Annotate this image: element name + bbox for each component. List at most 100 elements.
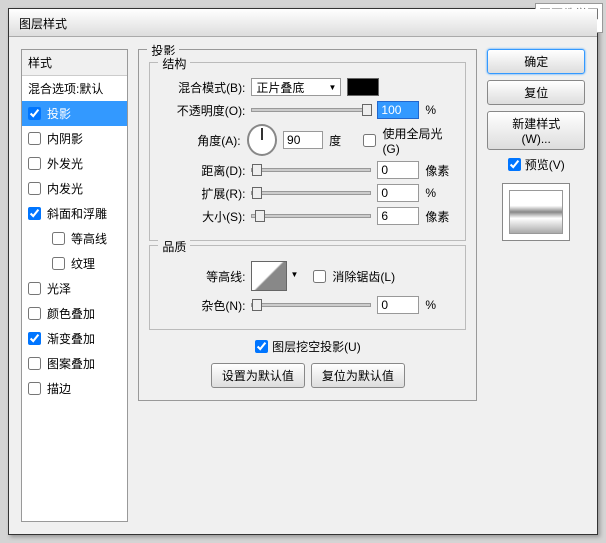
spread-label: 扩展(R):	[160, 185, 245, 202]
contour-picker[interactable]: ▼	[251, 261, 287, 291]
style-label: 投影	[47, 105, 71, 122]
distance-unit: 像素	[425, 162, 455, 179]
titlebar[interactable]: 图层样式	[9, 9, 597, 37]
style-item-10[interactable]: 图案叠加	[22, 351, 127, 376]
style-label: 纹理	[71, 255, 95, 272]
style-checkbox[interactable]	[28, 307, 41, 320]
knockout-checkbox[interactable]	[255, 340, 268, 353]
distance-input[interactable]: 0	[377, 161, 419, 179]
size-slider[interactable]	[251, 214, 371, 218]
style-item-4[interactable]: 斜面和浮雕	[22, 201, 127, 226]
spread-slider[interactable]	[251, 191, 371, 195]
angle-unit: 度	[329, 132, 357, 149]
style-checkbox[interactable]	[52, 232, 65, 245]
quality-legend: 品质	[158, 238, 190, 255]
size-label: 大小(S):	[160, 208, 245, 225]
knockout-label: 图层挖空投影(U)	[272, 338, 361, 355]
style-item-2[interactable]: 外发光	[22, 151, 127, 176]
style-checkbox[interactable]	[28, 382, 41, 395]
style-label: 内发光	[47, 180, 83, 197]
distance-row: 距离(D): 0 像素	[160, 161, 455, 179]
shadow-color-swatch[interactable]	[347, 78, 379, 96]
angle-row: 角度(A): 90 度 使用全局光(G)	[160, 124, 455, 156]
layer-style-dialog: 网页教学网 www.webjx.com 图层样式 样式 混合选项:默认 投影内阴…	[8, 8, 598, 535]
style-label: 等高线	[71, 230, 107, 247]
distance-slider[interactable]	[251, 168, 371, 172]
style-item-5[interactable]: 等高线	[22, 226, 127, 251]
blend-mode-dropdown[interactable]: 正片叠底 ▼	[251, 78, 341, 96]
spread-row: 扩展(R): 0 %	[160, 184, 455, 202]
style-label: 斜面和浮雕	[47, 205, 107, 222]
style-checkbox[interactable]	[28, 207, 41, 220]
ok-button[interactable]: 确定	[487, 49, 585, 74]
style-checkbox[interactable]	[28, 282, 41, 295]
style-checkbox[interactable]	[28, 107, 41, 120]
preview-box	[502, 183, 570, 241]
right-panel: 确定 复位 新建样式(W)... 预览(V)	[487, 49, 585, 522]
structure-legend: 结构	[158, 55, 190, 72]
defaults-row: 设置为默认值 复位为默认值	[149, 363, 466, 388]
style-item-9[interactable]: 渐变叠加	[22, 326, 127, 351]
contour-row: 等高线: ▼ 消除锯齿(L)	[160, 261, 455, 291]
noise-input[interactable]: 0	[377, 296, 419, 314]
style-item-7[interactable]: 光泽	[22, 276, 127, 301]
style-label: 颜色叠加	[47, 305, 95, 322]
style-item-0[interactable]: 投影	[22, 101, 127, 126]
slider-thumb[interactable]	[252, 187, 262, 199]
spread-unit: %	[425, 186, 455, 200]
quality-group: 品质 等高线: ▼ 消除锯齿(L) 杂色(N): 0 %	[149, 245, 466, 330]
style-checkbox[interactable]	[52, 257, 65, 270]
style-label: 光泽	[47, 280, 71, 297]
global-light-checkbox[interactable]	[363, 134, 376, 147]
spread-input[interactable]: 0	[377, 184, 419, 202]
distance-label: 距离(D):	[160, 162, 245, 179]
blend-options-item[interactable]: 混合选项:默认	[22, 76, 127, 101]
structure-group: 结构 混合模式(B): 正片叠底 ▼ 不透明度(O): 1	[149, 62, 466, 241]
slider-thumb[interactable]	[252, 164, 262, 176]
style-item-3[interactable]: 内发光	[22, 176, 127, 201]
style-checkbox[interactable]	[28, 357, 41, 370]
set-default-button[interactable]: 设置为默认值	[211, 363, 305, 388]
styles-list: 混合选项:默认 投影内阴影外发光内发光斜面和浮雕等高线纹理光泽颜色叠加渐变叠加图…	[22, 76, 127, 401]
antialias-checkbox[interactable]	[313, 270, 326, 283]
preview-row: 预览(V)	[487, 156, 585, 173]
opacity-slider[interactable]	[251, 108, 371, 112]
style-checkbox[interactable]	[28, 157, 41, 170]
chevron-down-icon: ▼	[328, 83, 336, 92]
style-label: 描边	[47, 380, 71, 397]
style-checkbox[interactable]	[28, 332, 41, 345]
opacity-input[interactable]: 100	[377, 101, 419, 119]
angle-input[interactable]: 90	[283, 131, 323, 149]
opacity-label: 不透明度(O):	[160, 102, 245, 119]
style-item-1[interactable]: 内阴影	[22, 126, 127, 151]
style-item-8[interactable]: 颜色叠加	[22, 301, 127, 326]
new-style-button[interactable]: 新建样式(W)...	[487, 111, 585, 150]
size-input[interactable]: 6	[377, 207, 419, 225]
preview-checkbox[interactable]	[508, 158, 521, 171]
blend-options-label: 混合选项:默认	[28, 80, 103, 97]
noise-unit: %	[425, 298, 455, 312]
effect-fieldset: 投影 结构 混合模式(B): 正片叠底 ▼ 不透明度	[138, 49, 477, 401]
knockout-row: 图层挖空投影(U)	[149, 338, 466, 355]
style-checkbox[interactable]	[28, 182, 41, 195]
settings-panel: 投影 结构 混合模式(B): 正片叠底 ▼ 不透明度	[138, 49, 477, 522]
style-item-6[interactable]: 纹理	[22, 251, 127, 276]
cancel-button[interactable]: 复位	[487, 80, 585, 105]
opacity-row: 不透明度(O): 100 %	[160, 101, 455, 119]
style-checkbox[interactable]	[28, 132, 41, 145]
slider-thumb[interactable]	[362, 104, 372, 116]
blend-mode-row: 混合模式(B): 正片叠底 ▼	[160, 78, 455, 96]
antialias-label: 消除锯齿(L)	[332, 268, 395, 285]
reset-default-button[interactable]: 复位为默认值	[311, 363, 405, 388]
size-unit: 像素	[425, 208, 455, 225]
angle-dial[interactable]	[247, 124, 277, 156]
style-item-11[interactable]: 描边	[22, 376, 127, 401]
noise-label: 杂色(N):	[160, 297, 245, 314]
slider-thumb[interactable]	[255, 210, 265, 222]
style-label: 内阴影	[47, 130, 83, 147]
blend-mode-value: 正片叠底	[256, 79, 304, 96]
contour-label: 等高线:	[160, 268, 245, 285]
noise-slider[interactable]	[251, 303, 371, 307]
blend-mode-label: 混合模式(B):	[160, 79, 245, 96]
slider-thumb[interactable]	[252, 299, 262, 311]
